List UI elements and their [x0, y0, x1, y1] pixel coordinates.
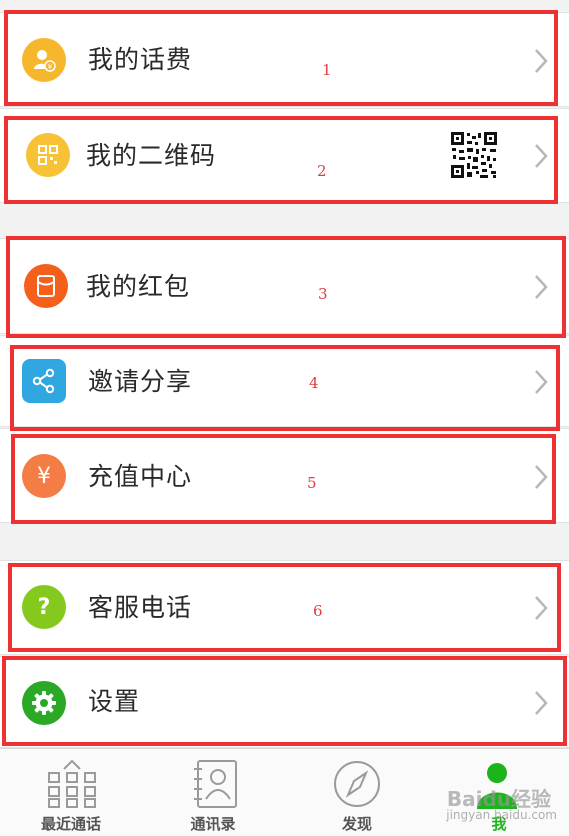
- annotation-number-5: 5: [307, 474, 317, 492]
- contacts-book-icon: [194, 760, 237, 808]
- question-icon: ?: [22, 585, 66, 629]
- chevron-right-icon: [535, 370, 548, 394]
- menu-label-phone-bill: 我的话费: [88, 45, 193, 74]
- tab-label-discover: 发现: [341, 815, 372, 833]
- qr-code-thumbnail: [450, 131, 498, 179]
- share-icon: [22, 359, 66, 403]
- menu-label-qr-code: 我的二维码: [86, 141, 217, 170]
- annotation-number-6: 6: [313, 602, 323, 620]
- tab-recent-calls[interactable]: 最近通话: [0, 749, 142, 836]
- compass-icon: [334, 761, 380, 807]
- chevron-right-icon: [535, 691, 548, 715]
- menu-item-service-phone[interactable]: ? 客服电话: [0, 560, 569, 655]
- watermark-url: jingyan.baidu.com: [446, 808, 557, 822]
- red-envelope-icon: [24, 264, 68, 308]
- app-screen: ¥ 我的话费 我的二维码 我的红包 邀请分享 ¥ 充值中心 ? 客服电话 设置 …: [0, 0, 569, 836]
- chevron-right-icon: [535, 275, 548, 299]
- annotation-number-3: 3: [318, 285, 328, 303]
- chevron-right-icon: [535, 465, 548, 489]
- gear-icon: [22, 681, 66, 725]
- menu-item-settings[interactable]: 设置: [0, 656, 569, 748]
- annotation-number-2: 2: [317, 162, 327, 180]
- annotation-number-1: 1: [322, 61, 332, 79]
- qr-grid-icon: [26, 133, 70, 177]
- menu-label-recharge: 充值中心: [88, 462, 193, 491]
- yuan-icon: ¥: [22, 454, 66, 498]
- menu-label-invite-share: 邀请分享: [88, 367, 193, 396]
- person-coin-icon: ¥: [22, 38, 66, 82]
- grid-icon: [48, 759, 96, 808]
- chevron-right-icon: [535, 144, 548, 168]
- menu-item-invite-share[interactable]: 邀请分享: [0, 335, 569, 427]
- chevron-right-icon: [535, 596, 548, 620]
- menu-label-red-packet: 我的红包: [86, 272, 191, 301]
- menu-item-phone-bill[interactable]: ¥ 我的话费: [0, 12, 569, 107]
- tab-label-recent-calls: 最近通话: [40, 815, 101, 833]
- svg-text:¥: ¥: [48, 63, 53, 71]
- menu-label-service-phone: 客服电话: [88, 593, 193, 622]
- tab-discover[interactable]: 发现: [286, 749, 428, 836]
- menu-item-red-packet[interactable]: 我的红包: [0, 238, 569, 334]
- chevron-right-icon: [535, 49, 548, 73]
- annotation-number-4: 4: [309, 374, 319, 392]
- menu-label-settings: 设置: [88, 687, 141, 716]
- menu-item-recharge[interactable]: ¥ 充值中心: [0, 428, 569, 523]
- tab-contacts[interactable]: 通讯录: [142, 749, 284, 836]
- menu-item-qr-code[interactable]: 我的二维码: [0, 108, 569, 203]
- tab-label-contacts: 通讯录: [190, 815, 236, 833]
